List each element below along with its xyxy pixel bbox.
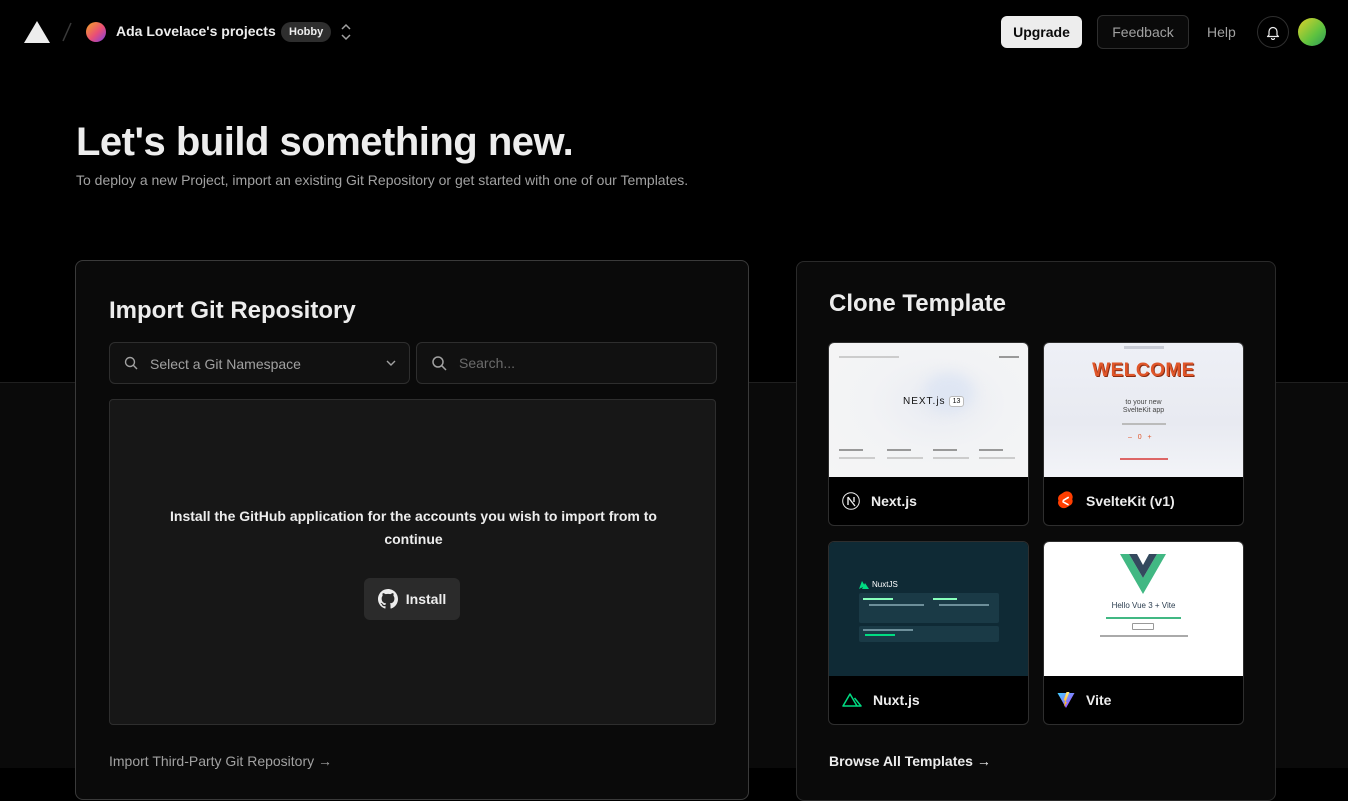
template-label-row: SvelteKit (v1) xyxy=(1044,477,1243,525)
template-name: SvelteKit (v1) xyxy=(1086,493,1175,509)
github-install-panel: Install the GitHub application for the a… xyxy=(109,399,716,725)
nuxt-preview-logo-icon xyxy=(859,580,869,589)
nuxtjs-preview-image: NuxtJS xyxy=(829,542,1028,676)
repository-search-input[interactable] xyxy=(459,352,699,374)
svelte-preview-welcome: WELCOME xyxy=(1092,360,1195,381)
git-namespace-select[interactable]: Select a Git Namespace xyxy=(109,342,410,384)
clone-card-title: Clone Template xyxy=(829,290,1006,317)
upgrade-button[interactable]: Upgrade xyxy=(1001,16,1082,48)
repository-search-box[interactable] xyxy=(416,342,717,384)
install-github-button[interactable]: Install xyxy=(364,578,460,620)
page-title: Let's build something new. xyxy=(76,120,574,164)
import-git-repository-card: Import Git Repository Select a Git Names… xyxy=(75,260,749,800)
help-link[interactable]: Help xyxy=(1207,24,1236,40)
template-label-row: Vite xyxy=(1044,676,1243,724)
import-third-party-link[interactable]: Import Third-Party Git Repository → xyxy=(109,753,332,769)
template-label-row: Next.js xyxy=(829,477,1028,525)
nuxt-preview-brand: NuxtJS xyxy=(872,580,898,589)
page-subtitle: To deploy a new Project, import an exist… xyxy=(76,172,689,188)
vite-preview-image: Hello Vue 3 + Vite xyxy=(1044,542,1243,676)
chevron-up-down-icon[interactable] xyxy=(340,23,352,41)
template-card-nuxtjs[interactable]: NuxtJS Nuxt.js xyxy=(828,541,1029,725)
template-card-sveltekit[interactable]: WELCOME to your new SvelteKit app – 0 + … xyxy=(1043,342,1244,526)
search-icon xyxy=(432,356,447,371)
template-label-row: Nuxt.js xyxy=(829,676,1028,724)
nextjs-icon xyxy=(842,492,860,510)
sveltekit-preview-image: WELCOME to your new SvelteKit app – 0 + xyxy=(1044,343,1243,477)
vue-preview-logo-icon xyxy=(1120,554,1166,594)
chevron-down-icon xyxy=(386,360,396,366)
feedback-button[interactable]: Feedback xyxy=(1097,15,1189,49)
namespace-select-label: Select a Git Namespace xyxy=(150,356,301,372)
nuxt-icon xyxy=(842,693,862,707)
github-icon xyxy=(377,589,398,609)
template-card-nextjs[interactable]: NEXT.js 13 Next.js xyxy=(828,342,1029,526)
team-name[interactable]: Ada Lovelace's projects xyxy=(116,23,276,39)
notifications-button[interactable] xyxy=(1257,16,1289,48)
template-name: Nuxt.js xyxy=(873,692,920,708)
nextjs-preview-version: 13 xyxy=(948,396,965,407)
template-card-vite[interactable]: Hello Vue 3 + Vite Vite xyxy=(1043,541,1244,725)
nextjs-preview-image: NEXT.js 13 xyxy=(829,343,1028,477)
template-name: Next.js xyxy=(871,493,917,509)
browse-all-templates-link[interactable]: Browse All Templates → xyxy=(829,753,991,769)
vite-preview-heading: Hello Vue 3 + Vite xyxy=(1111,601,1176,610)
vite-icon xyxy=(1057,692,1075,708)
import-card-title: Import Git Repository xyxy=(109,297,356,324)
top-navigation: Ada Lovelace's projects Hobby Upgrade Fe… xyxy=(0,0,1348,64)
vercel-logo-icon[interactable] xyxy=(24,21,50,43)
install-message: Install the GitHub application for the a… xyxy=(170,508,657,547)
team-avatar[interactable] xyxy=(86,22,106,42)
install-button-label: Install xyxy=(405,591,447,607)
template-name: Vite xyxy=(1086,692,1112,708)
bell-icon xyxy=(1266,26,1280,40)
svelte-preview-line1: to your new xyxy=(1125,399,1162,406)
user-avatar[interactable] xyxy=(1298,18,1326,46)
search-icon xyxy=(124,356,138,370)
clone-template-card: Clone Template NEXT.js 13 Next.js WELCOM… xyxy=(796,261,1276,801)
plan-badge: Hobby xyxy=(281,22,332,42)
nextjs-preview-brand: NEXT.js xyxy=(903,396,946,407)
breadcrumb-separator-icon xyxy=(62,22,72,42)
svelte-icon xyxy=(1058,491,1073,509)
svelte-preview-line2: SvelteKit app xyxy=(1122,407,1165,414)
